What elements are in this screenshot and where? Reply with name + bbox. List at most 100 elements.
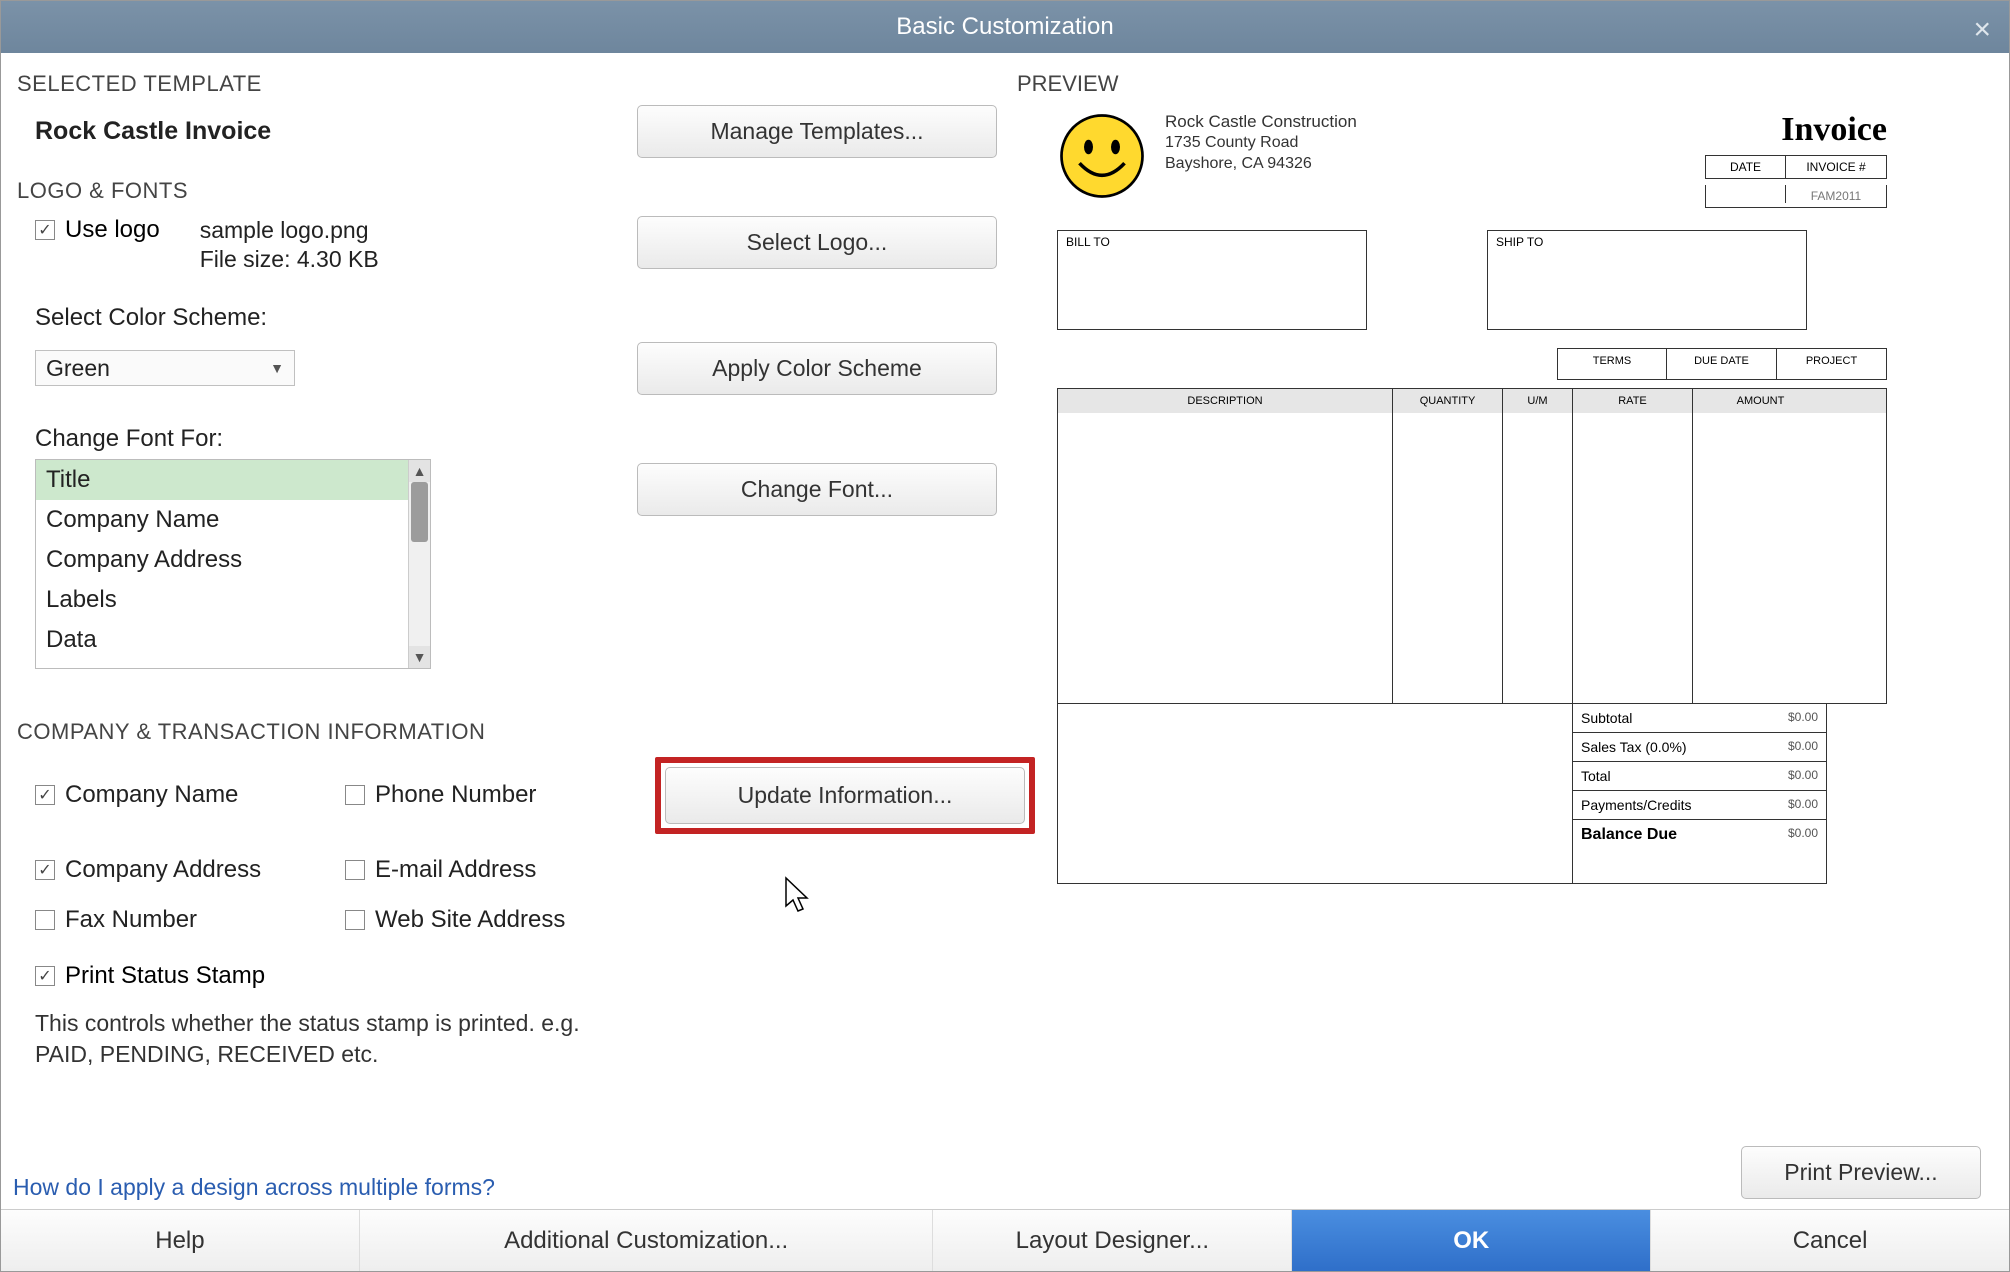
phone-check-holder: Phone Number	[345, 781, 645, 809]
preview-company-block: Rock Castle Construction 1735 County Roa…	[1165, 111, 1357, 175]
totals-right: Subtotal$0.00 Sales Tax (0.0%)$0.00 Tota…	[1572, 704, 1827, 884]
color-scheme-row: Green ▼ Apply Color Scheme	[17, 342, 997, 395]
scroll-thumb[interactable]	[411, 482, 428, 542]
company-name-check-holder: ✓ Company Name	[35, 781, 335, 809]
logo-fonts-section: LOGO & FONTS ✓ Use logo sample logo.png …	[17, 178, 997, 669]
fax-check-holder: Fax Number	[35, 906, 335, 934]
duedate-cell: DUE DATE	[1667, 348, 1777, 380]
total-label: Total	[1581, 768, 1611, 784]
company-address-check-holder: ✓ Company Address	[35, 856, 335, 884]
phone-checkbox[interactable]	[345, 785, 365, 805]
update-information-button[interactable]: Update Information...	[665, 767, 1025, 824]
use-logo-checkbox[interactable]: ✓	[35, 220, 55, 240]
project-cell: PROJECT	[1777, 348, 1887, 380]
preview-company-name: Rock Castle Construction	[1165, 111, 1357, 133]
subtotal-row: Subtotal$0.00	[1573, 704, 1826, 733]
items-body	[1058, 413, 1886, 703]
logo-file-info: sample logo.png File size: 4.30 KB	[200, 216, 379, 274]
template-name: Rock Castle Invoice	[35, 117, 637, 146]
print-preview-button[interactable]: Print Preview...	[1741, 1146, 1981, 1199]
apply-color-scheme-button[interactable]: Apply Color Scheme	[637, 342, 997, 395]
phone-check-label: Phone Number	[375, 781, 536, 809]
right-panel: PREVIEW Rock Castle Construction 1735 Co…	[1017, 71, 1993, 1209]
company-name-checkbox[interactable]: ✓	[35, 785, 55, 805]
payments-value: $0.00	[1788, 797, 1818, 813]
total-value: $0.00	[1788, 768, 1818, 784]
balance-row: Balance Due$0.00	[1573, 820, 1826, 850]
items-header: DESCRIPTION QUANTITY U/M RATE AMOUNT	[1058, 389, 1886, 413]
company-address-checkbox[interactable]: ✓	[35, 860, 55, 880]
left-panel: SELECTED TEMPLATE Rock Castle Invoice Ma…	[17, 71, 1017, 1209]
company-address-check-label: Company Address	[65, 856, 261, 884]
font-item-labels[interactable]: Labels	[36, 580, 430, 620]
logo-file-size: File size: 4.30 KB	[200, 245, 379, 274]
terms-row: TERMS DUE DATE PROJECT	[1057, 348, 1887, 380]
bottom-button-bar: Help Additional Customization... Layout …	[1, 1209, 2009, 1271]
date-invno-values: FAM2011	[1705, 185, 1887, 208]
email-check-holder: E-mail Address	[345, 856, 645, 884]
balance-label: Balance Due	[1581, 826, 1677, 844]
font-target-listbox[interactable]: Title Company Name Company Address Label…	[35, 459, 431, 669]
payments-row: Payments/Credits $0.00	[1573, 791, 1826, 820]
totals-block: Subtotal$0.00 Sales Tax (0.0%)$0.00 Tota…	[1057, 704, 1887, 884]
address-row: BILL TO SHIP TO	[1057, 230, 1887, 330]
close-icon[interactable]: ×	[1973, 13, 1991, 47]
status-stamp-checkbox[interactable]: ✓	[35, 966, 55, 986]
company-name-check-label: Company Name	[65, 781, 238, 809]
bill-to-label: BILL TO	[1066, 235, 1110, 249]
ok-button[interactable]: OK	[1292, 1210, 1651, 1271]
select-logo-button[interactable]: Select Logo...	[637, 216, 997, 269]
email-checkbox[interactable]	[345, 860, 365, 880]
color-scheme-label: Select Color Scheme:	[35, 304, 997, 332]
listbox-scrollbar[interactable]: ▲ ▼	[408, 460, 430, 668]
col-description: DESCRIPTION	[1058, 389, 1393, 413]
cancel-button[interactable]: Cancel	[1651, 1210, 2009, 1271]
title-bar: Basic Customization ×	[1, 1, 2009, 53]
col-um: U/M	[1503, 389, 1573, 413]
status-desc-line2: PAID, PENDING, RECEIVED etc.	[35, 1039, 997, 1070]
selected-template-heading: SELECTED TEMPLATE	[17, 71, 997, 97]
total-row: Total $0.00	[1573, 762, 1826, 791]
change-font-label: Change Font For:	[35, 425, 997, 453]
font-item-title[interactable]: Title	[36, 460, 430, 500]
email-check-label: E-mail Address	[375, 856, 536, 884]
fax-checkbox[interactable]	[35, 910, 55, 930]
salestax-row: Sales Tax (0.0%) $0.00	[1573, 733, 1826, 762]
font-item-data[interactable]: Data	[36, 620, 430, 660]
terms-cell: TERMS	[1557, 348, 1667, 380]
design-across-forms-link[interactable]: How do I apply a design across multiple …	[13, 1174, 495, 1201]
status-stamp-label: Print Status Stamp	[65, 962, 265, 990]
scroll-down-icon[interactable]: ▼	[409, 646, 430, 668]
chevron-down-icon: ▼	[270, 360, 284, 376]
invno-label: INVOICE #	[1786, 156, 1886, 178]
help-button[interactable]: Help	[1, 1210, 360, 1271]
web-checkbox[interactable]	[345, 910, 365, 930]
scroll-up-icon[interactable]: ▲	[409, 460, 430, 482]
template-row: Rock Castle Invoice Manage Templates...	[17, 105, 997, 158]
font-item-company-address[interactable]: Company Address	[36, 540, 430, 580]
payments-label: Payments/Credits	[1581, 797, 1691, 813]
items-table: DESCRIPTION QUANTITY U/M RATE AMOUNT	[1057, 388, 1887, 704]
layout-designer-button[interactable]: Layout Designer...	[933, 1210, 1292, 1271]
window-title: Basic Customization	[896, 13, 1113, 41]
basic-customization-window: Basic Customization × SELECTED TEMPLATE …	[0, 0, 2010, 1272]
salestax-value: $0.00	[1788, 739, 1818, 755]
color-scheme-select[interactable]: Green ▼	[35, 350, 295, 386]
manage-templates-button[interactable]: Manage Templates...	[637, 105, 997, 158]
invoice-title-block: Invoice DATE INVOICE # FAM2011	[1705, 111, 1887, 208]
company-info-heading: COMPANY & TRANSACTION INFORMATION	[17, 719, 997, 745]
change-font-button[interactable]: Change Font...	[637, 463, 997, 516]
preview-heading: PREVIEW	[1017, 71, 1993, 97]
subtotal-label: Subtotal	[1581, 710, 1632, 726]
font-item-company-name[interactable]: Company Name	[36, 500, 430, 540]
col-amount: AMOUNT	[1693, 389, 1828, 413]
additional-customization-button[interactable]: Additional Customization...	[360, 1210, 934, 1271]
salestax-label: Sales Tax (0.0%)	[1581, 739, 1687, 755]
company-info-section: COMPANY & TRANSACTION INFORMATION ✓ Comp…	[17, 719, 997, 1070]
web-check-label: Web Site Address	[375, 906, 565, 934]
ship-to-box: SHIP TO	[1487, 230, 1807, 330]
logo-fonts-heading: LOGO & FONTS	[17, 178, 997, 204]
web-check-holder: Web Site Address	[345, 906, 645, 934]
change-font-row: Title Company Name Company Address Label…	[17, 459, 997, 669]
invoice-preview: Rock Castle Construction 1735 County Roa…	[1057, 111, 1887, 884]
